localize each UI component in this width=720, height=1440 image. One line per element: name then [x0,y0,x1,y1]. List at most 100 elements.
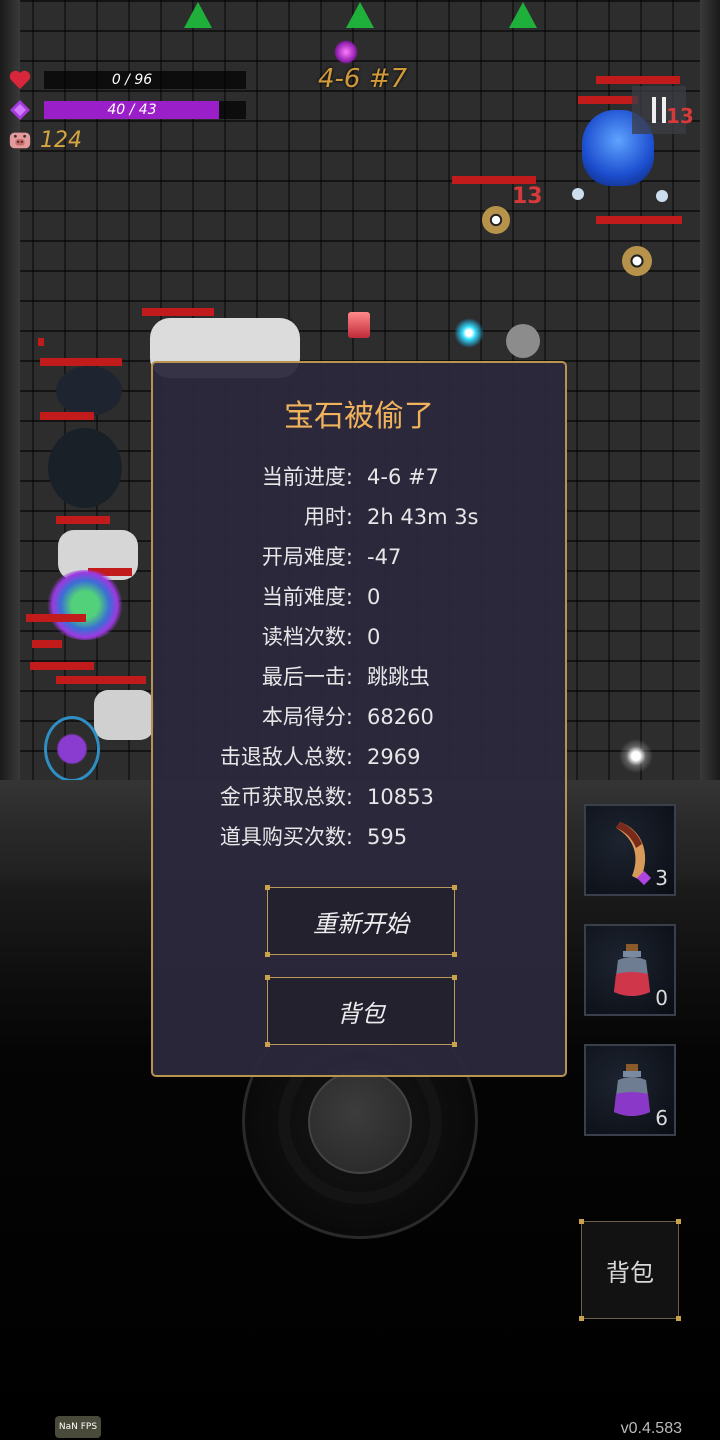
enemy-hp-bar [26,614,86,622]
red-potion-icon [614,944,650,996]
bag-button-label: 背包 [606,1258,654,1287]
stat-value: 跳跳虫 [367,665,430,689]
magic-orb [334,40,358,64]
stat-row: 用时: 2h 43m 3s [153,502,565,532]
enemy-hp-bar [56,516,110,524]
enemy-hp-bar [38,338,44,346]
corner-ornament [452,952,457,957]
damage-number: 13 [666,104,694,128]
corner-ornament [265,952,270,957]
enemy-foot [656,190,668,202]
spawn-arrow-icon [184,2,212,28]
corner-ornament [676,1316,681,1321]
enemy-hp-bar [56,676,146,684]
enemy-hp-bar [578,96,638,104]
item-slot-red-potion[interactable]: 0 [584,924,676,1016]
item-count: 0 [655,986,668,1010]
mana-row: 40 / 43 [8,98,248,122]
item-count-value: 0 [655,986,668,1010]
restart-button[interactable]: 重新开始 [265,885,457,957]
item-count: 6 [655,1106,668,1130]
pig-icon [8,128,32,152]
corner-ornament [452,885,457,890]
bag-button[interactable]: 背包 [579,1219,681,1321]
heart-icon [8,68,32,92]
hp-row: 0 / 96 [8,68,248,92]
red-crystal [348,312,370,338]
joystick-knob[interactable] [308,1070,412,1174]
spawn-arrow-icon [346,2,374,28]
corner-ornament [265,885,270,890]
enemy-hp-bar [40,412,94,420]
stat-label: 最后一击: [261,665,353,689]
enemy-hp-bar [40,358,122,366]
cyan-orb [454,318,484,348]
game-over-dialog: 宝石被偷了 当前进度: 4-6 #7 用时: 2h 43m 3s 开局难度: -… [151,361,567,1077]
gem-icon [8,98,32,122]
sparkle [616,736,656,776]
version-label: v0.4.583 [620,1420,682,1437]
enemy-hp-bar [596,216,682,224]
golem-enemy [94,690,154,740]
mana-bar: 40 / 43 [44,101,246,119]
stat-value: 0 [367,625,381,649]
stat-row: 当前难度: 0 [153,582,565,612]
stat-label: 当前难度: [261,585,353,609]
stat-row: 金币获取总数: 10853 [153,782,565,812]
stat-value: 595 [367,825,408,849]
enemy-hp-bar [142,308,214,316]
corner-ornament [265,975,270,980]
eye-critter-enemy [622,246,652,276]
enemy-foot [572,188,584,200]
corner-ornament [676,1219,681,1224]
stat-label: 击退敌人总数: [219,745,353,769]
mana-text: 40 / 43 [107,102,157,118]
item-count: 3 [637,866,668,890]
stat-value: -47 [367,545,402,569]
dialog-bag-button[interactable]: 背包 [265,975,457,1047]
restart-button-label: 重新开始 [313,909,409,938]
stat-row: 最后一击: 跳跳虫 [153,662,565,692]
stat-value: 0 [367,585,381,609]
enemy-hp-bar [32,640,62,648]
enemy-hp-bar [596,76,680,84]
hp-bar: 0 / 96 [44,71,246,89]
damage-number: 13 [512,184,543,209]
stat-label: 本局得分: [261,705,353,729]
rainbow-aura [44,570,126,640]
stat-label: 开局难度: [261,545,353,569]
stat-label: 用时: [303,505,353,529]
ghost-enemy [506,324,540,358]
item-count-value: 6 [655,1106,668,1130]
stat-label: 当前进度: [261,465,353,489]
stat-row: 开局难度: -47 [153,542,565,572]
stat-value: 68260 [367,705,434,729]
coin-row [8,128,44,152]
shadow-enemy [56,366,122,416]
stat-row: 本局得分: 68260 [153,702,565,732]
item-count-value: 3 [655,866,668,890]
coin-count: 124 [40,128,82,153]
right-wall [700,0,720,800]
pause-icon [652,97,656,123]
stat-row: 道具购买次数: 595 [153,822,565,852]
corner-ornament [579,1316,584,1321]
eye-critter-enemy [482,206,510,234]
item-slot-purple-potion[interactable]: 6 [584,1044,676,1136]
player-character [44,716,100,782]
gem-cost-icon [637,870,652,886]
corner-ornament [579,1219,584,1224]
stat-row: 击退敌人总数: 2969 [153,742,565,772]
stat-value: 4-6 #7 [367,465,439,489]
dialog-title: 宝石被偷了 [284,399,434,434]
shadow-enemy [48,428,122,508]
stat-label: 金币获取总数: [219,785,353,809]
enemy-hp-bar [30,662,94,670]
corner-ornament [265,1042,270,1047]
stat-value: 2h 43m 3s [367,505,479,529]
corner-ornament [452,975,457,980]
enemy-hp-bar [452,176,536,184]
corner-ornament [452,1042,457,1047]
dialog-bag-button-label: 背包 [337,999,385,1028]
item-slot-horn[interactable]: 3 [584,804,676,896]
